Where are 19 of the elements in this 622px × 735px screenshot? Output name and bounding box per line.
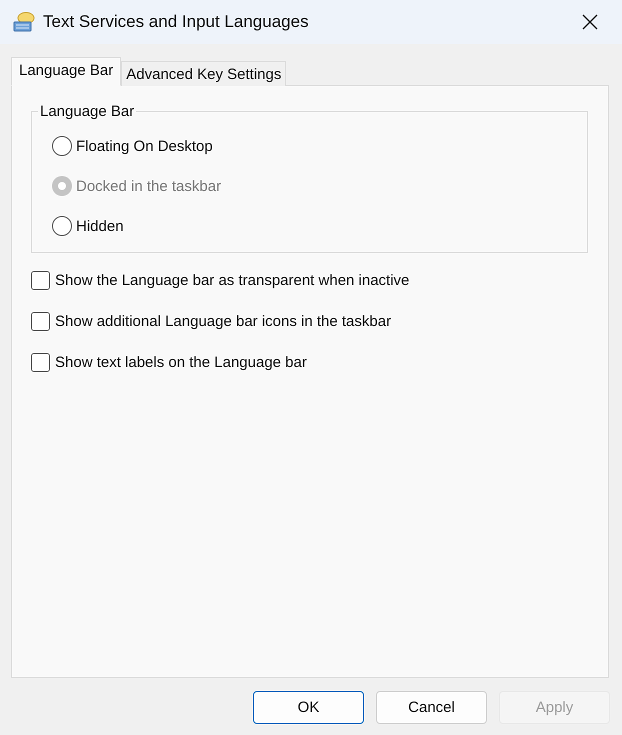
dialog-button[interactable]: Cancel xyxy=(376,691,487,724)
group-title: Language Bar xyxy=(39,103,136,120)
checkbox[interactable] xyxy=(31,353,50,372)
radio-label: Hidden xyxy=(76,218,124,234)
checkbox-label: Show text labels on the Language bar xyxy=(55,354,307,371)
tab[interactable]: Advanced Key Settings xyxy=(121,61,286,86)
checkbox[interactable] xyxy=(31,312,50,331)
tab[interactable]: Language Bar xyxy=(11,57,122,86)
dialog-button[interactable]: OK xyxy=(253,691,364,724)
window-title: Text Services and Input Languages xyxy=(43,12,310,32)
close-icon xyxy=(582,14,598,30)
radio-button[interactable] xyxy=(52,216,72,236)
radio-label: Docked in the taskbar xyxy=(76,178,222,194)
checkbox-label: Show additional Language bar icons in the taskbar xyxy=(55,313,392,330)
radio-label: Floating On Desktop xyxy=(76,138,213,154)
checkbox[interactable] xyxy=(31,271,50,290)
radio-button[interactable] xyxy=(52,136,72,156)
checkbox-label: Show the Language bar as transparent when inactive xyxy=(55,272,410,289)
keyboard-speech-bubble-icon xyxy=(13,11,35,33)
